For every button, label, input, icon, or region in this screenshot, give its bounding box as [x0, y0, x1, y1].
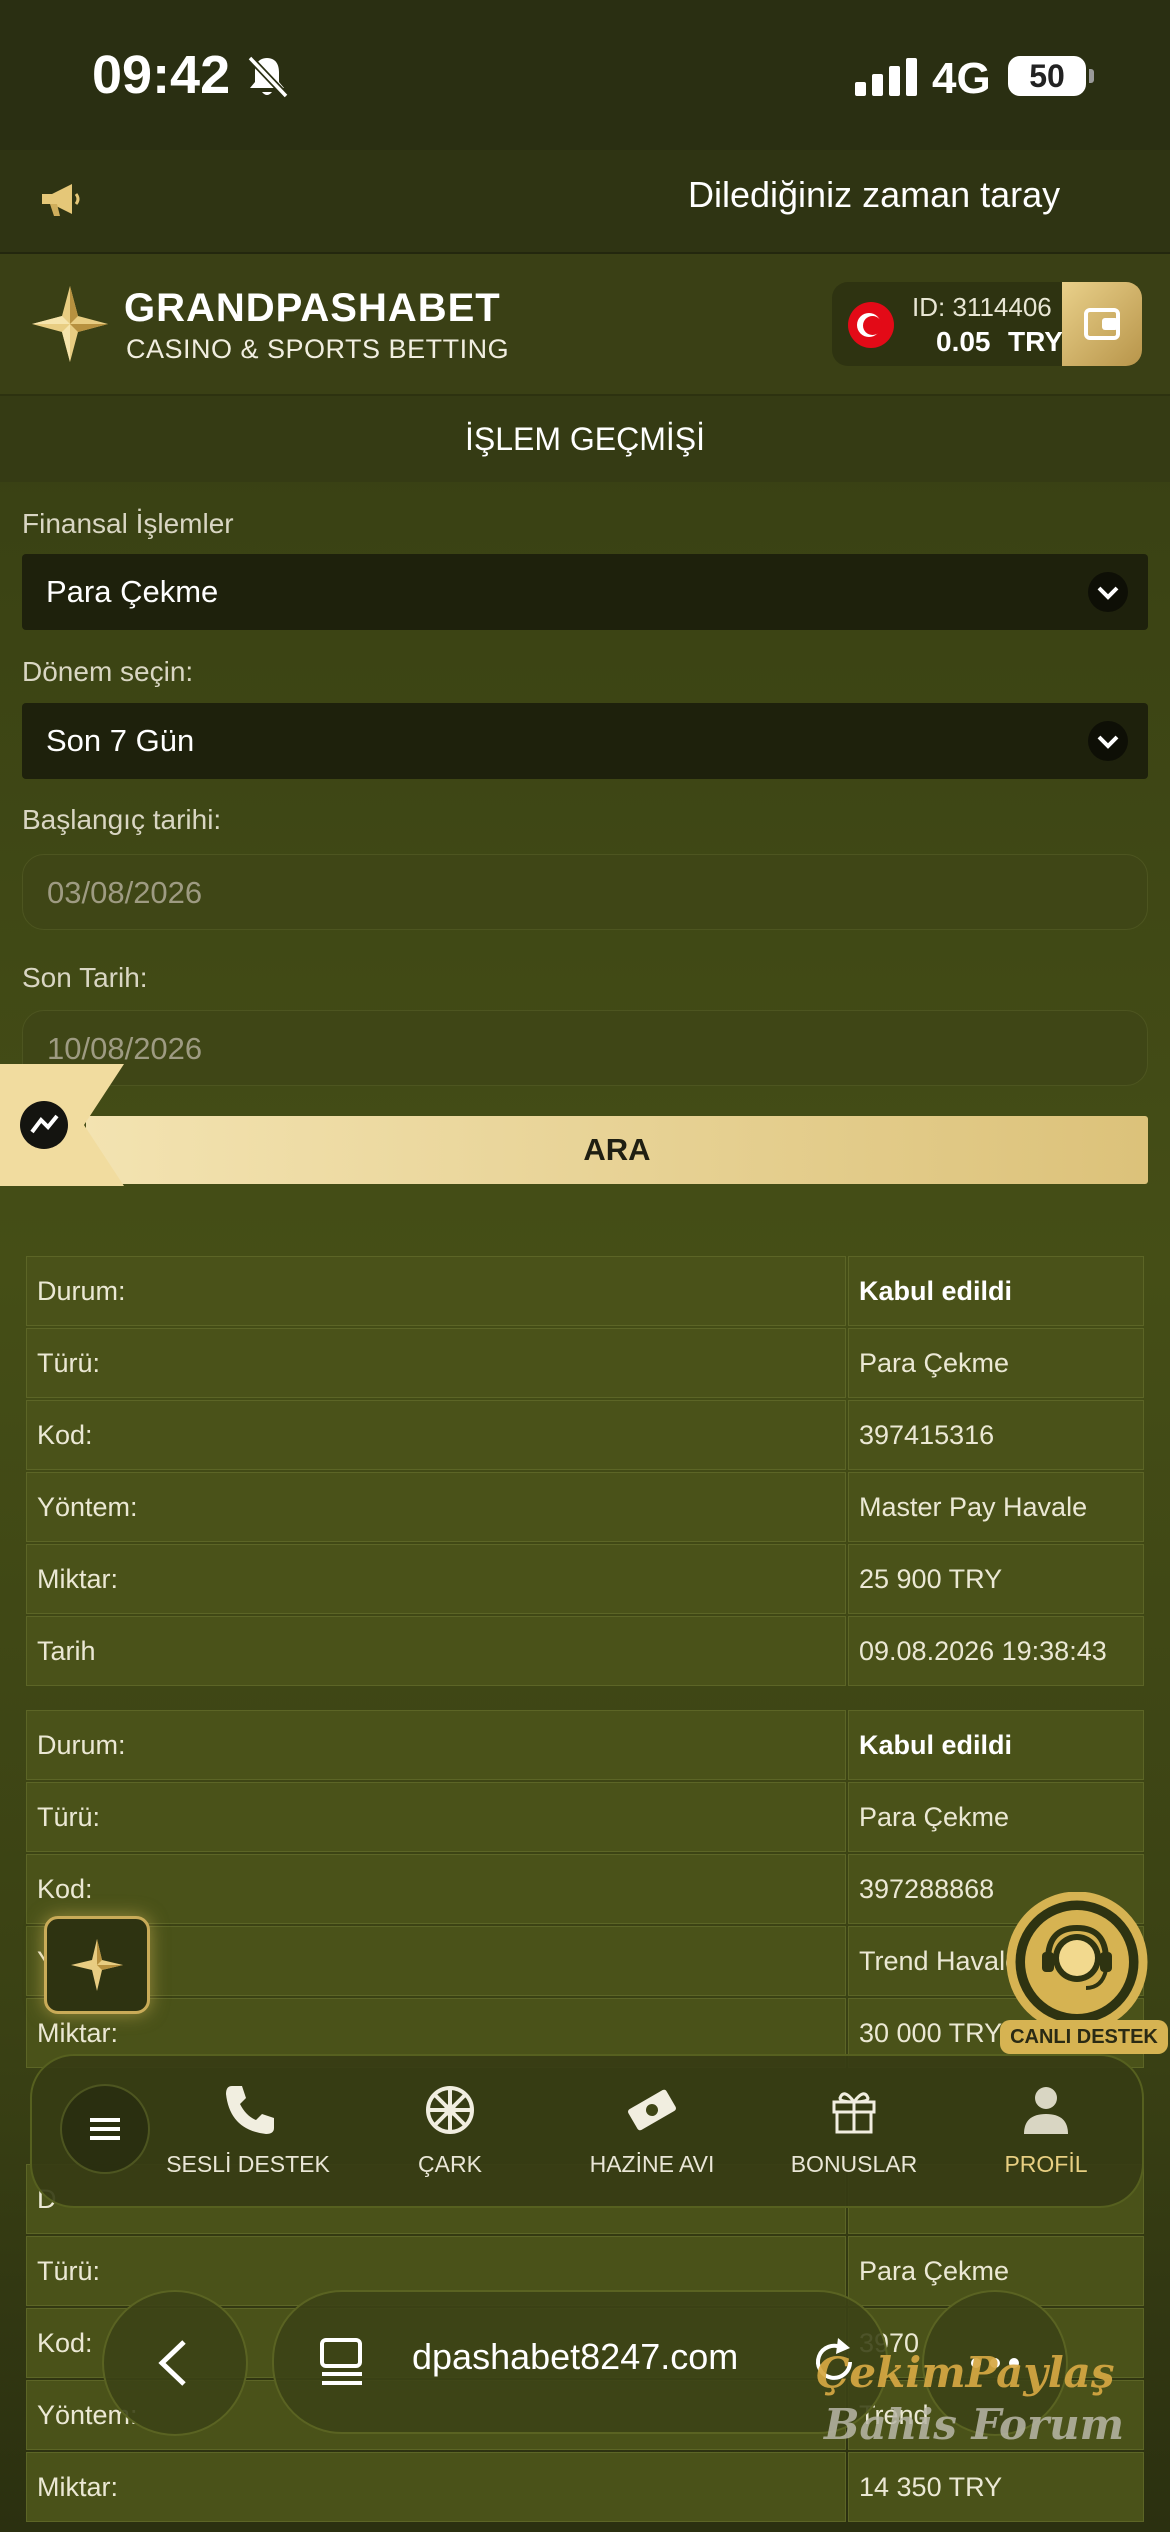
nav-label: BONUSLAR — [790, 2151, 918, 2177]
row-value: Para Çekme — [848, 1328, 1144, 1398]
phone-icon — [226, 2086, 274, 2134]
status-bar: 09:42 4G 50 — [0, 0, 1170, 150]
row-label: Yöntem: — [26, 1472, 846, 1542]
transaction-table-1: Durum: Kabul edildi Türü: Para Çekme Kod… — [26, 1256, 1144, 1688]
watermark-line-1: ÇekimPaylaş — [816, 2348, 1115, 2397]
turkey-flag-icon — [848, 302, 894, 348]
browser-address-bar[interactable]: dpashabet8247.com — [272, 2290, 888, 2434]
live-support-button[interactable] — [1002, 1892, 1152, 2032]
financial-type-value: Para Çekme — [46, 574, 219, 609]
nav-bonuses[interactable]: BONUSLAR — [754, 2080, 954, 2178]
logo-star-icon[interactable] — [30, 284, 110, 364]
browser-back-button[interactable] — [102, 2290, 248, 2436]
account-currency: TRY — [1008, 326, 1063, 357]
brand-subtitle: CASINO & SPORTS BETTING — [126, 334, 510, 364]
table-row: Durum: Kabul edildi — [26, 1710, 1144, 1782]
row-label: Tarih — [26, 1616, 846, 1686]
wallet-icon — [1084, 308, 1120, 340]
chevron-down-icon — [1088, 721, 1128, 761]
nav-label: PROFİL — [1004, 2151, 1088, 2177]
table-row: Yöntem: Master Pay Havale — [26, 1472, 1144, 1544]
row-label: Türü: — [26, 1328, 846, 1398]
row-label: Durum: — [26, 1256, 846, 1326]
nav-voice-support[interactable]: SESLİ DESTEK — [148, 2080, 348, 2178]
nav-profile[interactable]: PROFİL — [946, 2080, 1146, 2178]
row-label: Miktar: — [26, 1544, 846, 1614]
row-label: Miktar: — [26, 2452, 846, 2522]
wallet-button[interactable] — [1062, 282, 1142, 366]
status-time: 09:42 — [92, 45, 231, 105]
page-title: İŞLEM GEÇMİŞİ — [0, 396, 1170, 482]
chevron-left-icon — [158, 2340, 186, 2386]
end-date-label: Son Tarih: — [22, 962, 148, 993]
brand-name[interactable]: GRANDPASHABET — [124, 286, 501, 331]
browser-url: dpashabet8247.com — [412, 2336, 739, 2377]
live-support-label[interactable]: CANLI DESTEK — [1000, 2020, 1168, 2054]
menu-button[interactable] — [60, 2084, 150, 2174]
status-value: Kabul edildi — [848, 1710, 1144, 1780]
start-date-value: 03/08/2026 — [47, 875, 203, 910]
row-value: 25 900 TRY — [848, 1544, 1144, 1614]
period-value: Son 7 Gün — [46, 723, 195, 758]
nav-label: ÇARK — [418, 2151, 482, 2177]
star-icon — [71, 1939, 123, 1991]
end-date-value: 10/08/2026 — [47, 1031, 203, 1066]
network-type: 4G — [932, 54, 991, 103]
nav-treasure-hunt[interactable]: HAZİNE AVI — [552, 2080, 752, 2178]
row-value: 09.08.2026 19:38:43 — [848, 1616, 1144, 1686]
account-balance: 0.05 — [936, 326, 991, 357]
table-row: Y Trend Havale — [26, 1926, 1144, 1998]
bell-muted-icon — [247, 55, 288, 99]
nav-label: HAZİNE AVI — [589, 2151, 715, 2177]
battery-indicator: 50 — [1008, 56, 1094, 96]
row-value: 397415316 — [848, 1400, 1144, 1470]
ticket-icon — [628, 2089, 676, 2131]
hamburger-icon — [90, 2118, 120, 2140]
row-label: Kod: — [26, 1400, 846, 1470]
row-label: Türü: — [26, 1782, 846, 1852]
signal-icon — [855, 58, 917, 96]
table-row: Miktar: 14 350 TRY — [26, 2452, 1144, 2524]
gift-icon — [832, 2092, 876, 2134]
user-icon — [1024, 2087, 1068, 2134]
account-id: ID: 3114406 — [912, 292, 1052, 322]
table-row: Türü: Para Çekme — [26, 1328, 1144, 1400]
megaphone-icon — [42, 184, 80, 216]
nav-label: SESLİ DESTEK — [166, 2151, 330, 2177]
table-row: Tarih 09.08.2026 19:38:43 — [26, 1616, 1144, 1688]
start-date-label: Başlangıç tarihi: — [22, 804, 222, 835]
table-row: Kod: 397288868 — [26, 1854, 1144, 1926]
row-value: 14 350 TRY — [848, 2452, 1144, 2522]
row-label: Durum: — [26, 1710, 846, 1780]
announcement-text: Dilediğiniz zaman taray — [688, 174, 1060, 215]
search-button[interactable]: ARA — [86, 1116, 1148, 1184]
financial-label: Finansal İşlemler — [22, 508, 234, 539]
nav-wheel[interactable]: ÇARK — [350, 2080, 550, 2178]
chevron-down-icon — [1088, 572, 1128, 612]
row-label: Kod: — [26, 1854, 846, 1924]
floating-star-button[interactable] — [44, 1916, 150, 2014]
account-balance-widget[interactable]: ID: 3114406 0.05 TRY — [832, 282, 1142, 366]
start-date-input[interactable]: 03/08/2026 — [22, 854, 1148, 930]
table-row: Kod: 397415316 — [26, 1400, 1144, 1472]
messenger-tab[interactable] — [0, 1064, 124, 1186]
row-value: Para Çekme — [848, 1782, 1144, 1852]
site-header: GRANDPASHABET CASINO & SPORTS BETTING ID… — [0, 254, 1170, 396]
status-value: Kabul edildi — [848, 1256, 1144, 1326]
period-label: Dönem seçin: — [22, 656, 194, 687]
end-date-input[interactable]: 10/08/2026 — [22, 1010, 1148, 1086]
table-row: Miktar: 25 900 TRY — [26, 1544, 1144, 1616]
table-row: Türü: Para Çekme — [26, 1782, 1144, 1854]
wheel-icon — [426, 2086, 474, 2134]
transaction-table-2: Durum: Kabul edildi Türü: Para Çekme Kod… — [26, 1710, 1144, 2070]
watermark-line-2: Bahis Forum — [824, 2400, 1125, 2449]
period-select[interactable]: Son 7 Gün — [22, 703, 1148, 779]
tabs-icon[interactable] — [316, 2336, 368, 2388]
bottom-navigation: SESLİ DESTEK ÇARK HAZİNE AVI BONUSLAR PR… — [30, 2054, 1144, 2208]
financial-type-select[interactable]: Para Çekme — [22, 554, 1148, 630]
table-row: Durum: Kabul edildi — [26, 1256, 1144, 1328]
announcement-bar: Dilediğiniz zaman taray — [0, 150, 1170, 254]
row-value: Master Pay Havale — [848, 1472, 1144, 1542]
